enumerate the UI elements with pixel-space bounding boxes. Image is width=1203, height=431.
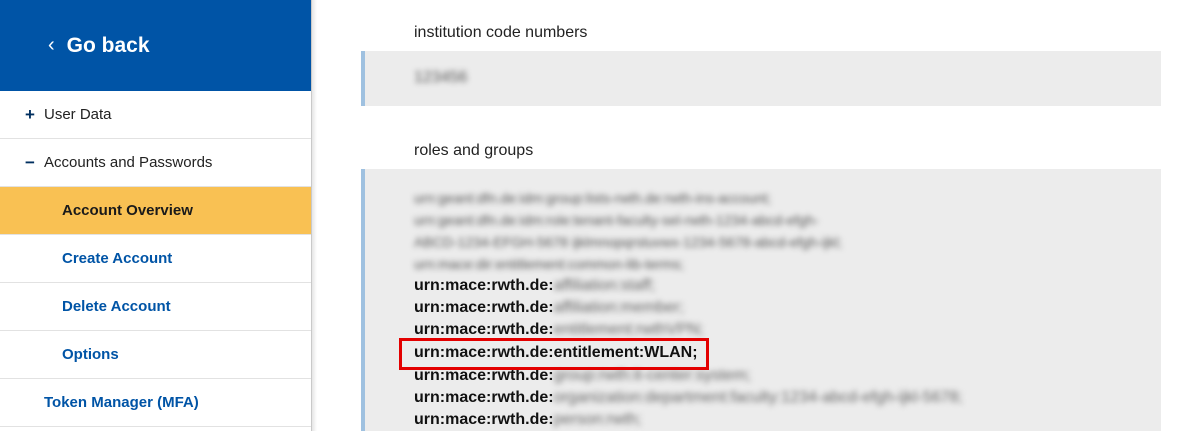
urn-prefix: urn:mace:rwth.de: — [414, 299, 554, 316]
go-back-button[interactable]: ‹ Go back — [0, 0, 311, 91]
go-back-label: Go back — [66, 33, 150, 57]
sidebar-item-account-overview[interactable]: Account Overview — [0, 187, 311, 235]
urn-prefix: urn:mace:rwth.de: — [414, 411, 554, 428]
sidebar-item-label: Delete Account — [62, 298, 171, 315]
sidebar-item-label: Create Account — [62, 250, 173, 267]
roles-and-groups-box: urn:geant:dfn.de:idm:group:lists-rwth.de… — [361, 169, 1161, 431]
sidebar-item-delete-account[interactable]: Delete Account — [0, 283, 311, 331]
sidebar-item-label: Account Overview — [62, 202, 193, 219]
sidebar-item-user-data[interactable]: + User Data — [0, 91, 311, 139]
urn-suffix: affiliation:staff; — [553, 277, 656, 294]
chevron-left-icon: ‹ — [48, 34, 55, 56]
sidebar-item-label: Token Manager (MFA) — [44, 394, 199, 411]
sidebar-item-options[interactable]: Options — [0, 331, 311, 379]
institution-code-value: 123456 — [414, 69, 468, 86]
urn-prefix: urn:mace:rwth.de: — [414, 277, 554, 294]
plus-icon: + — [25, 104, 35, 124]
urn-suffix: affiliation:member; — [553, 299, 685, 316]
urn-suffix: organization:department:faculty:1234-abc… — [553, 389, 963, 406]
blurred-role-line: urn:geant:dfn.de:idm:group:lists-rwth.de… — [414, 190, 772, 206]
urn-line: urn:mace:rwth.de:affiliation:member; — [414, 297, 684, 319]
minus-icon: − — [25, 152, 35, 172]
urn-line: urn:mace:rwth.de:person:rwth; — [414, 409, 642, 431]
sidebar-item-create-account[interactable]: Create Account — [0, 235, 311, 283]
sidebar-item-label: Accounts and Passwords — [44, 154, 213, 171]
urn-prefix: urn:mace:rwth.de: — [414, 389, 554, 406]
blurred-role-line: ABCD-1234-EFGH-5678 ijklmnopqrstuvwx-123… — [414, 234, 842, 250]
blurred-role-line: urn:mace:dir:entitlement:common-lib-term… — [414, 256, 684, 272]
sidebar-item-label: User Data — [44, 106, 112, 123]
sidebar-item-label: Options — [62, 346, 119, 363]
urn-line: urn:mace:rwth.de:organization:department… — [414, 387, 963, 409]
urn-suffix: person:rwth; — [553, 411, 642, 428]
roles-and-groups-label: roles and groups — [414, 142, 534, 159]
blurred-role-line: urn:geant:dfn.de:idm:role:tenant-faculty… — [414, 212, 819, 228]
sidebar-item-token-manager[interactable]: Token Manager (MFA) — [0, 379, 311, 427]
wlan-highlight-box — [399, 338, 709, 370]
institution-code-label: institution code numbers — [414, 24, 588, 41]
institution-code-box: 123456 — [361, 51, 1161, 106]
urn-prefix: urn:mace:rwth.de: — [414, 321, 554, 338]
urn-suffix: entitlement:rwthVPN; — [553, 321, 704, 338]
sidebar-shadow — [311, 0, 317, 431]
sidebar-item-accounts-and-passwords[interactable]: − Accounts and Passwords — [0, 139, 311, 187]
sidebar: ‹ Go back + User Data − Accounts and Pas… — [0, 0, 312, 431]
urn-line: urn:mace:rwth.de:affiliation:staff; — [414, 275, 655, 297]
